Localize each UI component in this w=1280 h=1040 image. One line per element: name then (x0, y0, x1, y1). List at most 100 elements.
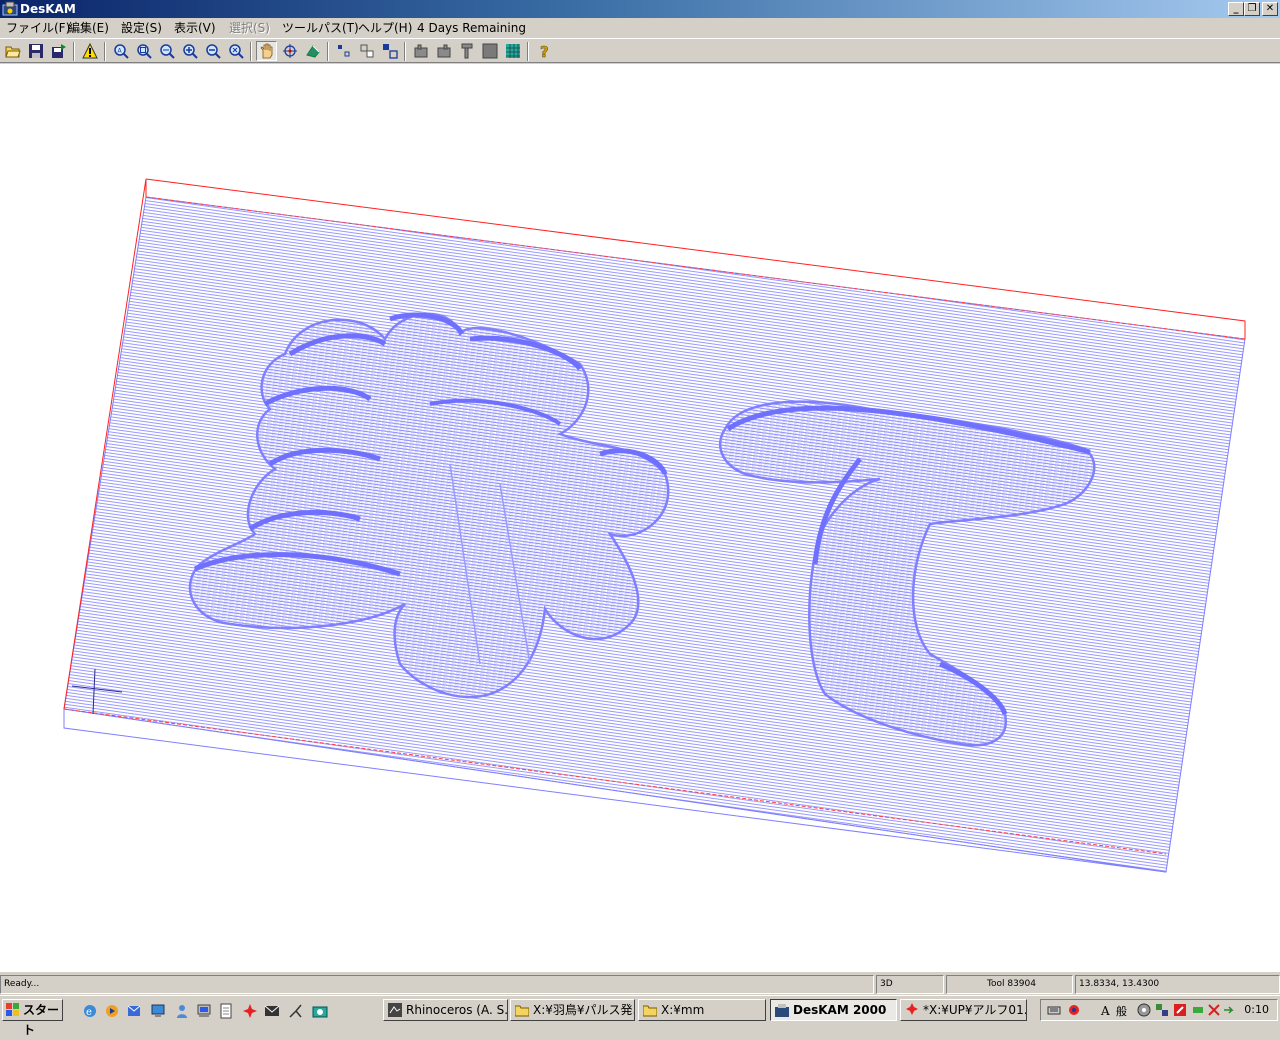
open-button[interactable] (2, 41, 23, 61)
mail-icon[interactable] (264, 1003, 280, 1019)
usb-icon[interactable] (1191, 1003, 1205, 1017)
outlook-icon[interactable] (126, 1003, 142, 1019)
task-paint-image[interactable]: *X:¥UP¥アルフ01.jp... (900, 999, 1027, 1021)
select-point-icon (337, 45, 349, 57)
kanji-mode-icon[interactable]: 般 (1115, 1003, 1129, 1017)
save-as-button[interactable] (48, 41, 69, 61)
menu-view[interactable]: 表示(V) (174, 21, 216, 35)
input-mode-icon[interactable]: A (1099, 1003, 1113, 1017)
keyboard-icon[interactable] (1047, 1003, 1061, 1017)
menu-toolpath[interactable]: ツールパス(T) (282, 21, 359, 35)
paint-icon[interactable] (242, 1003, 258, 1019)
save-button[interactable] (25, 41, 46, 61)
toolpath-viewport[interactable] (0, 64, 1280, 972)
status-bar: Ready... 3D Tool 83904 13.8334, 13.4300 (0, 973, 1280, 995)
zoom-previous-icon (228, 44, 244, 59)
menu-bar: ファイル(F) 編集(E) 設定(S) 表示(V) 選択(S) ツールパス(T)… (0, 18, 1280, 37)
tool-icon (461, 43, 472, 59)
safely-remove-icon[interactable] (1223, 1003, 1237, 1017)
select-point-button[interactable] (333, 41, 354, 61)
windows-taskbar: スタート e Rhinoceros (A. S... X:¥羽鳥¥パルス発...… (0, 995, 1280, 1037)
menu-trial-remaining[interactable]: 4 Days Remaining (417, 21, 526, 35)
zoom-window-button[interactable]: A (110, 41, 131, 61)
start-button[interactable]: スタート (2, 999, 63, 1037)
save-icon (28, 44, 43, 58)
pan-hand-icon (259, 43, 272, 59)
warning-button[interactable] (79, 41, 100, 61)
task-deskam[interactable]: DesKAM 2000 (770, 999, 897, 1021)
grid-button[interactable] (502, 41, 523, 61)
camera-icon[interactable] (312, 1003, 328, 1019)
zoom-window-icon: A (113, 44, 129, 59)
stock-top-icon (437, 44, 450, 58)
notepad-icon[interactable] (218, 1003, 234, 1019)
minimize-button[interactable]: _ (1228, 2, 1244, 16)
help-button[interactable]: ? (533, 41, 554, 61)
menu-select[interactable]: 選択(S) (229, 21, 270, 35)
close-button[interactable]: ✕ (1262, 2, 1278, 16)
menu-edit[interactable]: 編集(E) (68, 21, 109, 35)
shade-view-icon (305, 45, 320, 58)
ime-icon[interactable] (1067, 1003, 1081, 1017)
folder-icon (515, 1005, 529, 1017)
user-icon[interactable] (174, 1003, 190, 1019)
menu-settings[interactable]: 設定(S) (121, 21, 162, 35)
zoom-in-button[interactable] (179, 41, 200, 61)
zoom-in-icon (182, 44, 198, 59)
deskam-icon (775, 1004, 789, 1017)
tool-button[interactable] (456, 41, 477, 61)
rhino-icon (388, 1003, 402, 1017)
desktop-icon[interactable] (150, 1003, 166, 1019)
deskam-app-icon[interactable] (2, 1, 18, 17)
grid-icon (505, 44, 520, 58)
paint-icon (906, 1003, 918, 1015)
media-player-icon[interactable] (104, 1003, 120, 1019)
rotate-view-button[interactable] (279, 41, 300, 61)
menu-file[interactable]: ファイル(F) (6, 21, 70, 35)
zoom-extents-button[interactable] (133, 41, 154, 61)
windows-logo-icon (6, 1003, 19, 1016)
material-icon (482, 43, 497, 59)
toolpath-canvas[interactable] (0, 64, 1280, 972)
restore-button[interactable]: ❐ (1244, 2, 1260, 16)
tools-icon[interactable] (288, 1003, 304, 1019)
system-tray: A 般 0:10 (1040, 999, 1278, 1021)
menu-help[interactable]: ヘルプ(H) (358, 21, 412, 35)
zoom-selected-button[interactable] (156, 41, 177, 61)
open-icon (4, 46, 21, 58)
shade-view-button[interactable] (302, 41, 323, 61)
select-region-button[interactable] (356, 41, 377, 61)
zoom-selected-icon (159, 44, 175, 59)
task-rhinoceros[interactable]: Rhinoceros (A. S... (383, 999, 508, 1021)
toolbar: A ? (0, 38, 1280, 63)
antivirus-icon[interactable] (1173, 1003, 1187, 1017)
network-icon[interactable] (1155, 1003, 1169, 1017)
help-icon: ? (539, 43, 548, 59)
computer-icon[interactable] (196, 1003, 212, 1019)
select-region-icon (360, 44, 373, 58)
status-coordinates: 13.8334, 13.4300 (1075, 975, 1280, 994)
title-bar[interactable]: DesKAM _ ❐ ✕ (0, 0, 1280, 18)
rotate-view-icon (282, 44, 297, 58)
error-icon[interactable] (1207, 1003, 1221, 1017)
zoom-extents-icon (136, 44, 152, 59)
task-folder-pulse[interactable]: X:¥羽鳥¥パルス発... (510, 999, 635, 1021)
ie-icon[interactable]: e (82, 1003, 98, 1019)
task-folder-mm[interactable]: X:¥mm (638, 999, 766, 1021)
window-title: DesKAM (20, 2, 76, 16)
select-all-icon (382, 44, 398, 59)
disk-icon[interactable] (1137, 1003, 1151, 1017)
zoom-out-icon (205, 44, 221, 59)
zoom-previous-button[interactable] (225, 41, 246, 61)
zoom-out-button[interactable] (202, 41, 223, 61)
status-message: Ready... (0, 975, 874, 994)
select-all-button[interactable] (379, 41, 400, 61)
start-label: スタート (23, 1003, 60, 1037)
svg-text:般: 般 (1116, 1005, 1127, 1017)
stock-button[interactable] (410, 41, 431, 61)
stock-icon (414, 44, 427, 58)
pan-button[interactable] (256, 41, 277, 61)
material-button[interactable] (479, 41, 500, 61)
stock-top-button[interactable] (433, 41, 454, 61)
svg-text:e: e (86, 1007, 92, 1018)
